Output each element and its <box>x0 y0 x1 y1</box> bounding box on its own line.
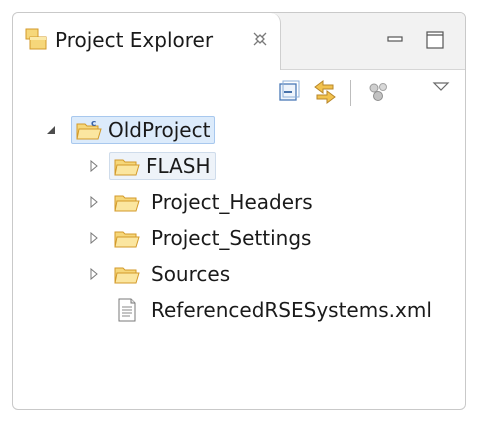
collapsed-arrow-icon[interactable] <box>87 159 101 173</box>
tree-node-root[interactable]: OldProject c <box>13 113 465 147</box>
project-explorer-icon <box>25 28 47 50</box>
close-tab-icon[interactable] <box>249 28 271 50</box>
folder-icon <box>114 195 140 212</box>
folder-icon <box>114 231 140 248</box>
tree-node-project-settings[interactable]: Project_Settings <box>13 221 465 255</box>
focus-on-working-set-icon[interactable] <box>365 78 393 106</box>
collapsed-arrow-icon[interactable] <box>87 231 101 245</box>
root-project-name: OldProject <box>108 118 211 142</box>
link-with-editor-icon[interactable] <box>311 78 339 106</box>
view-toolbar <box>13 70 465 114</box>
tab-project-explorer[interactable]: Project Explorer <box>13 13 281 70</box>
tree-node-project-headers[interactable]: Project_Headers <box>13 185 465 219</box>
tree-node-sources[interactable]: Sources <box>13 257 465 291</box>
folder-name-project-settings[interactable]: Project_Settings <box>151 225 311 251</box>
toolbar-separator <box>350 80 351 106</box>
maximize-icon[interactable] <box>423 28 447 52</box>
c-project-folder-icon: c <box>76 119 102 140</box>
collapsed-arrow-icon[interactable] <box>87 195 101 209</box>
view-tab-bar: Project Explorer <box>13 13 465 70</box>
folder-name-project-headers[interactable]: Project_Headers <box>151 189 313 215</box>
collapse-all-icon[interactable] <box>275 78 303 106</box>
tree-node-xml-file[interactable]: ReferencedRSESystems.xml <box>13 293 465 327</box>
tab-title: Project Explorer <box>55 28 214 52</box>
folder-icon <box>114 159 140 176</box>
folder-icon <box>114 267 140 284</box>
tree-node-flash[interactable]: FLASH <box>13 149 465 183</box>
folder-name-sources[interactable]: Sources <box>151 261 230 287</box>
folder-name-flash: FLASH <box>146 154 211 178</box>
project-explorer-view: Project Explorer OldProject c FLASH Proj… <box>12 12 466 410</box>
svg-text:c: c <box>91 119 96 129</box>
xml-file-icon <box>118 298 136 322</box>
minimize-icon[interactable] <box>383 28 407 52</box>
view-menu-icon[interactable] <box>427 74 455 102</box>
collapsed-arrow-icon[interactable] <box>87 267 101 281</box>
file-name-referenced-rse-systems[interactable]: ReferencedRSESystems.xml <box>151 297 432 323</box>
expanded-arrow-icon[interactable] <box>45 123 59 137</box>
